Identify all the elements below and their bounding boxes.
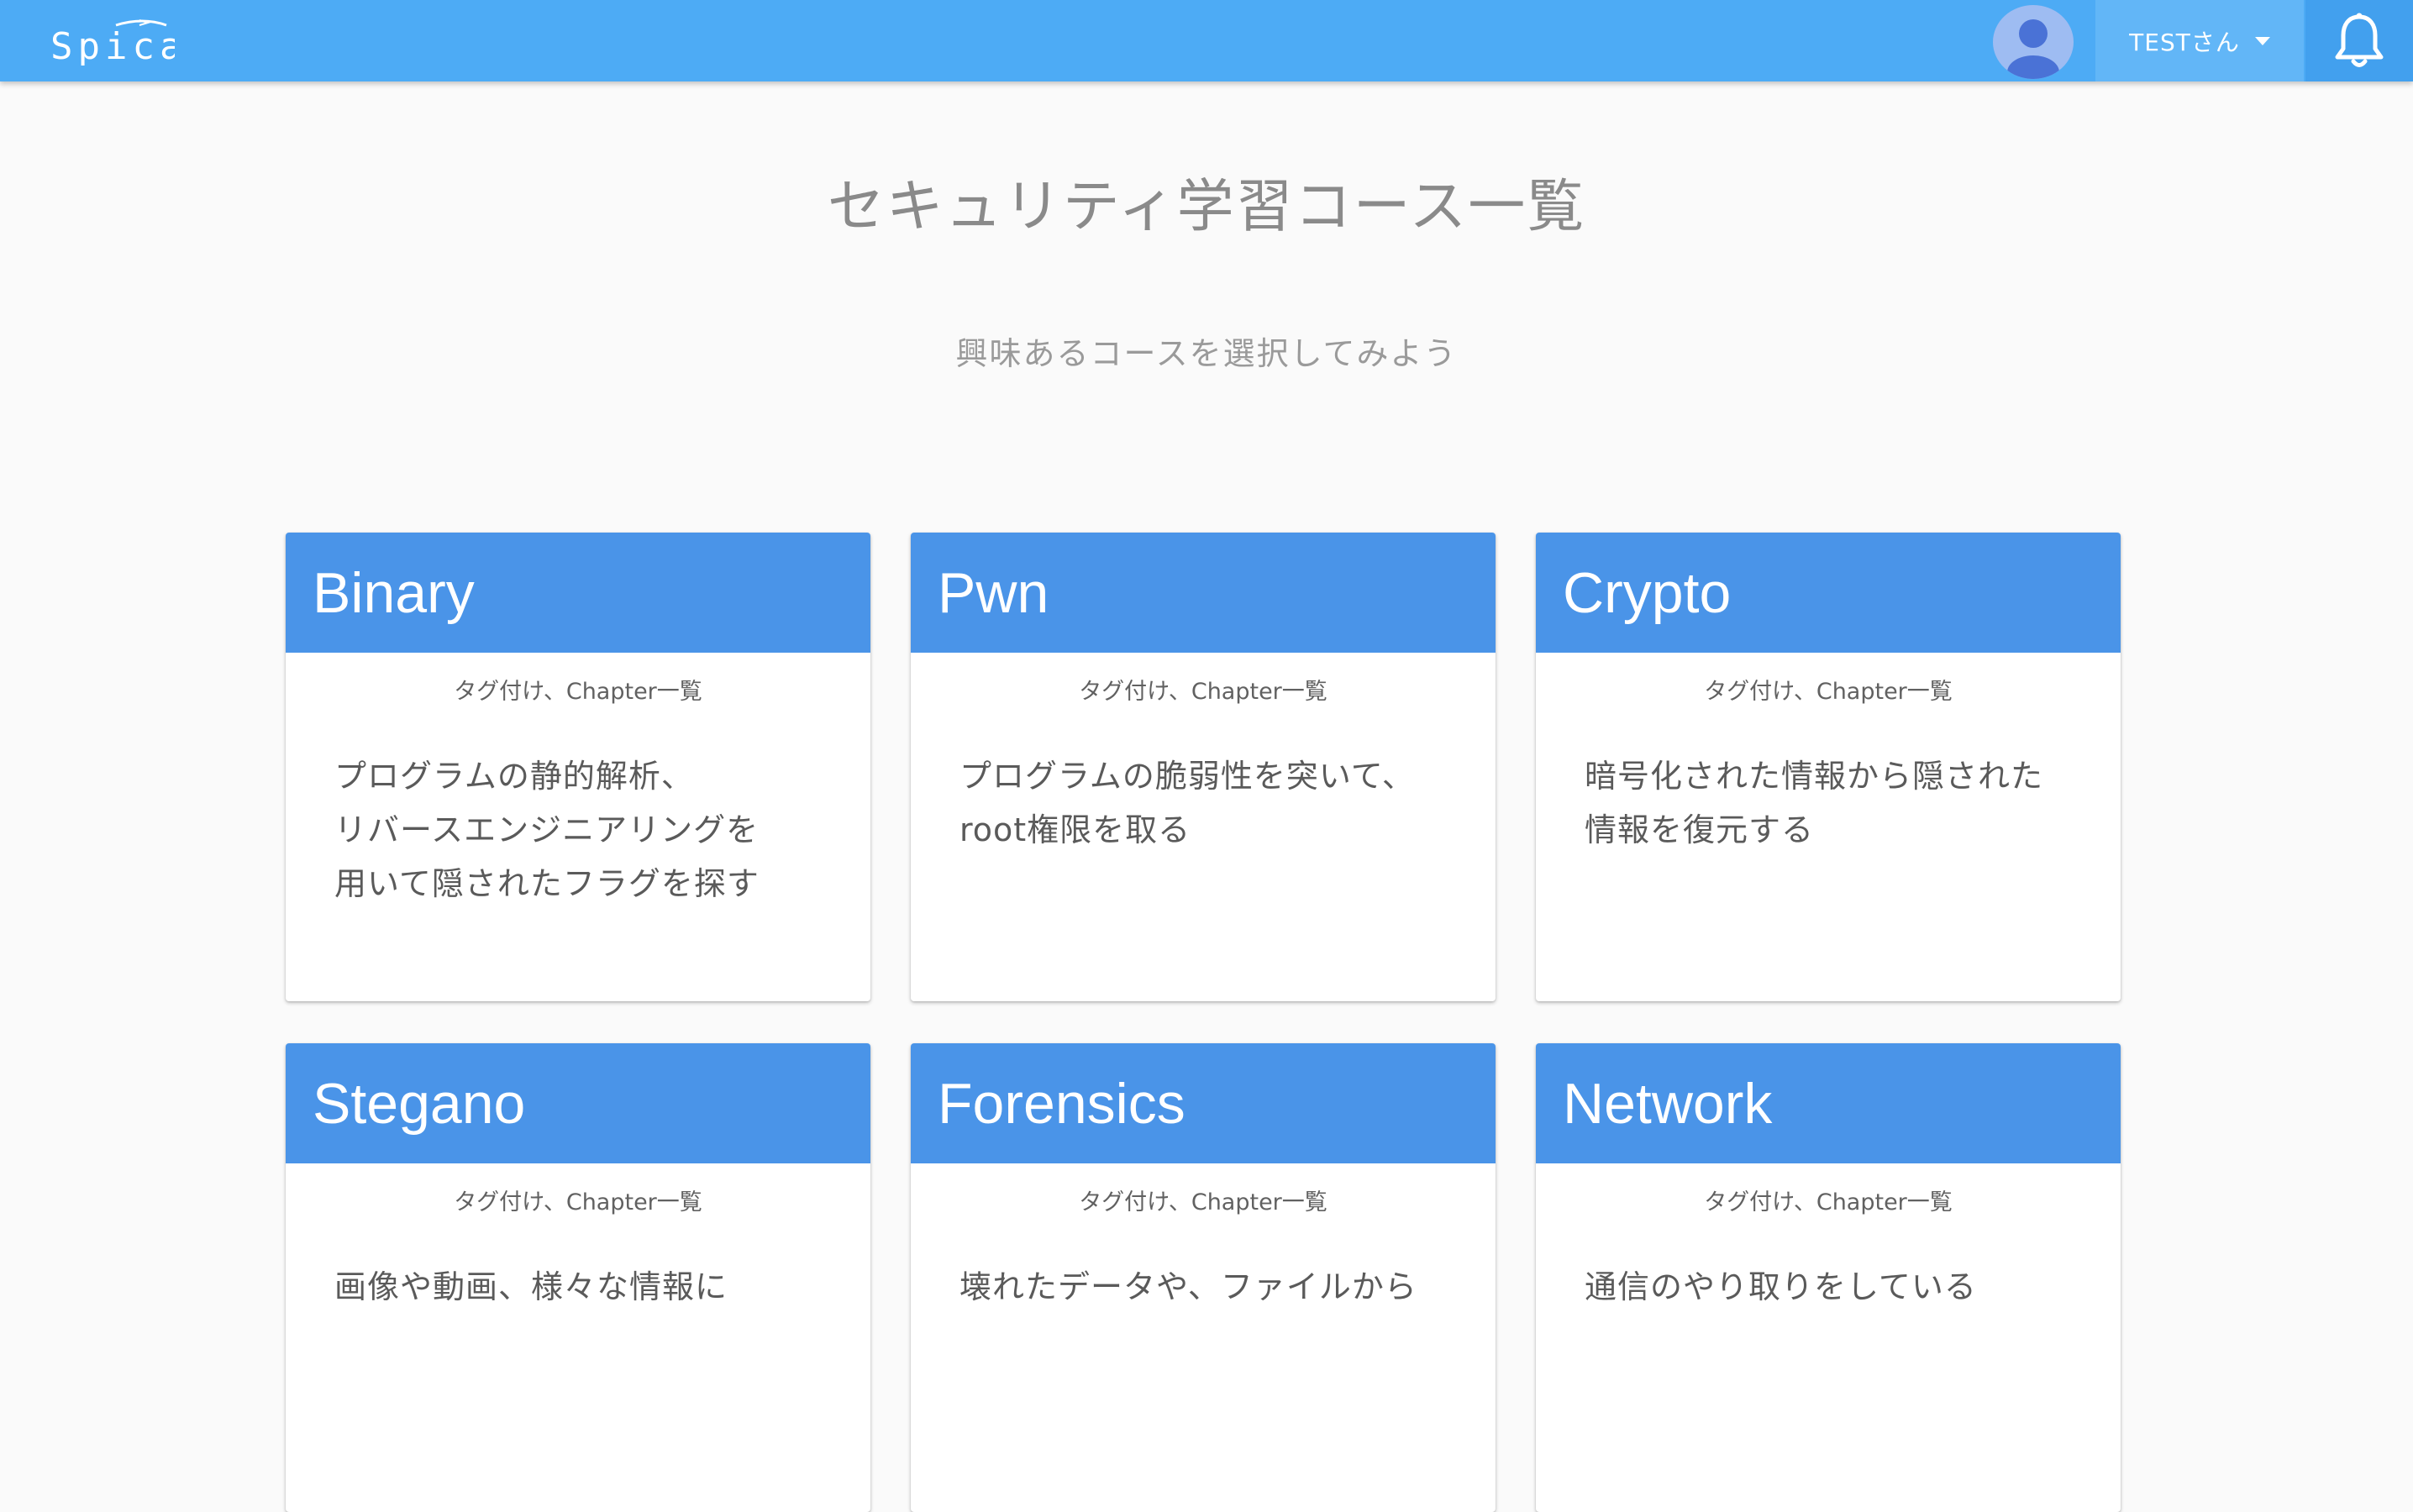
card-header: Pwn xyxy=(911,533,1496,653)
user-menu-button[interactable]: TESTさん xyxy=(2095,0,2304,81)
card-description: 画像や動画、様々な情報に xyxy=(334,1268,728,1305)
card-description: プログラムの脆弱性を突いて、 root権限を取る xyxy=(959,758,1415,848)
app-bar: Spica TESTさん xyxy=(0,0,2413,81)
card-tags: タグ付け、Chapter一覧 xyxy=(1704,679,1953,705)
card-header: Forensics xyxy=(911,1043,1496,1163)
course-card-pwn[interactable]: Pwn タグ付け、Chapter一覧 プログラムの脆弱性を突いて、 root権限… xyxy=(911,533,1496,1001)
card-tags: タグ付け、Chapter一覧 xyxy=(1079,679,1327,705)
user-avatar[interactable] xyxy=(1993,5,2074,79)
card-tags: タグ付け、Chapter一覧 xyxy=(1704,1189,1953,1215)
spica-logo[interactable]: Spica xyxy=(49,15,175,66)
card-header: Network xyxy=(1536,1043,2121,1163)
card-header: Binary xyxy=(286,533,870,653)
page-subtitle: 興味あるコースを選択してみよう xyxy=(955,335,1458,372)
card-description: 通信のやり取りをしている xyxy=(1585,1268,1977,1305)
card-description: プログラムの静的解析、 リバースエンジニアリングを 用いて隠されたフラグを探す xyxy=(334,758,760,902)
user-avatar-icon xyxy=(2007,19,2059,79)
card-tags: タグ付け、Chapter一覧 xyxy=(454,1189,702,1215)
card-title: Pwn xyxy=(938,560,1049,625)
course-card-binary[interactable]: Binary タグ付け、Chapter一覧 プログラムの静的解析、 リバースエン… xyxy=(286,533,870,1001)
course-card-crypto[interactable]: Crypto タグ付け、Chapter一覧 暗号化された情報から隠された 情報を… xyxy=(1536,533,2121,1001)
card-title: Binary xyxy=(313,560,475,625)
caret-down-icon xyxy=(2254,36,2270,45)
card-title: Crypto xyxy=(1563,560,1732,625)
card-title: Stegano xyxy=(313,1071,526,1136)
page-title: セキュリティ学習コース一覧 xyxy=(827,174,1586,240)
card-tags: タグ付け、Chapter一覧 xyxy=(1079,1189,1327,1215)
spica-logo-icon: Spica xyxy=(50,19,175,66)
bell-icon xyxy=(2335,13,2384,67)
card-title: Forensics xyxy=(938,1071,1185,1136)
card-description: 暗号化された情報から隠された 情報を復元する xyxy=(1585,758,2044,848)
course-card-forensics[interactable]: Forensics タグ付け、Chapter一覧 壊れたデータや、ファイルから xyxy=(911,1043,1496,1512)
user-name-label: TESTさん xyxy=(2129,28,2240,56)
card-header: Crypto xyxy=(1536,533,2121,653)
course-card-stegano[interactable]: Stegano タグ付け、Chapter一覧 画像や動画、様々な情報に xyxy=(286,1043,870,1512)
card-tags: タグ付け、Chapter一覧 xyxy=(454,679,702,705)
card-header: Stegano xyxy=(286,1043,870,1163)
notification-button[interactable] xyxy=(2305,0,2413,81)
card-description: 壊れたデータや、ファイルから xyxy=(959,1268,1417,1305)
card-title: Network xyxy=(1563,1071,1773,1136)
course-card-network[interactable]: Network タグ付け、Chapter一覧 通信のやり取りをしている xyxy=(1536,1043,2121,1512)
logo-text: Spica xyxy=(50,25,175,66)
